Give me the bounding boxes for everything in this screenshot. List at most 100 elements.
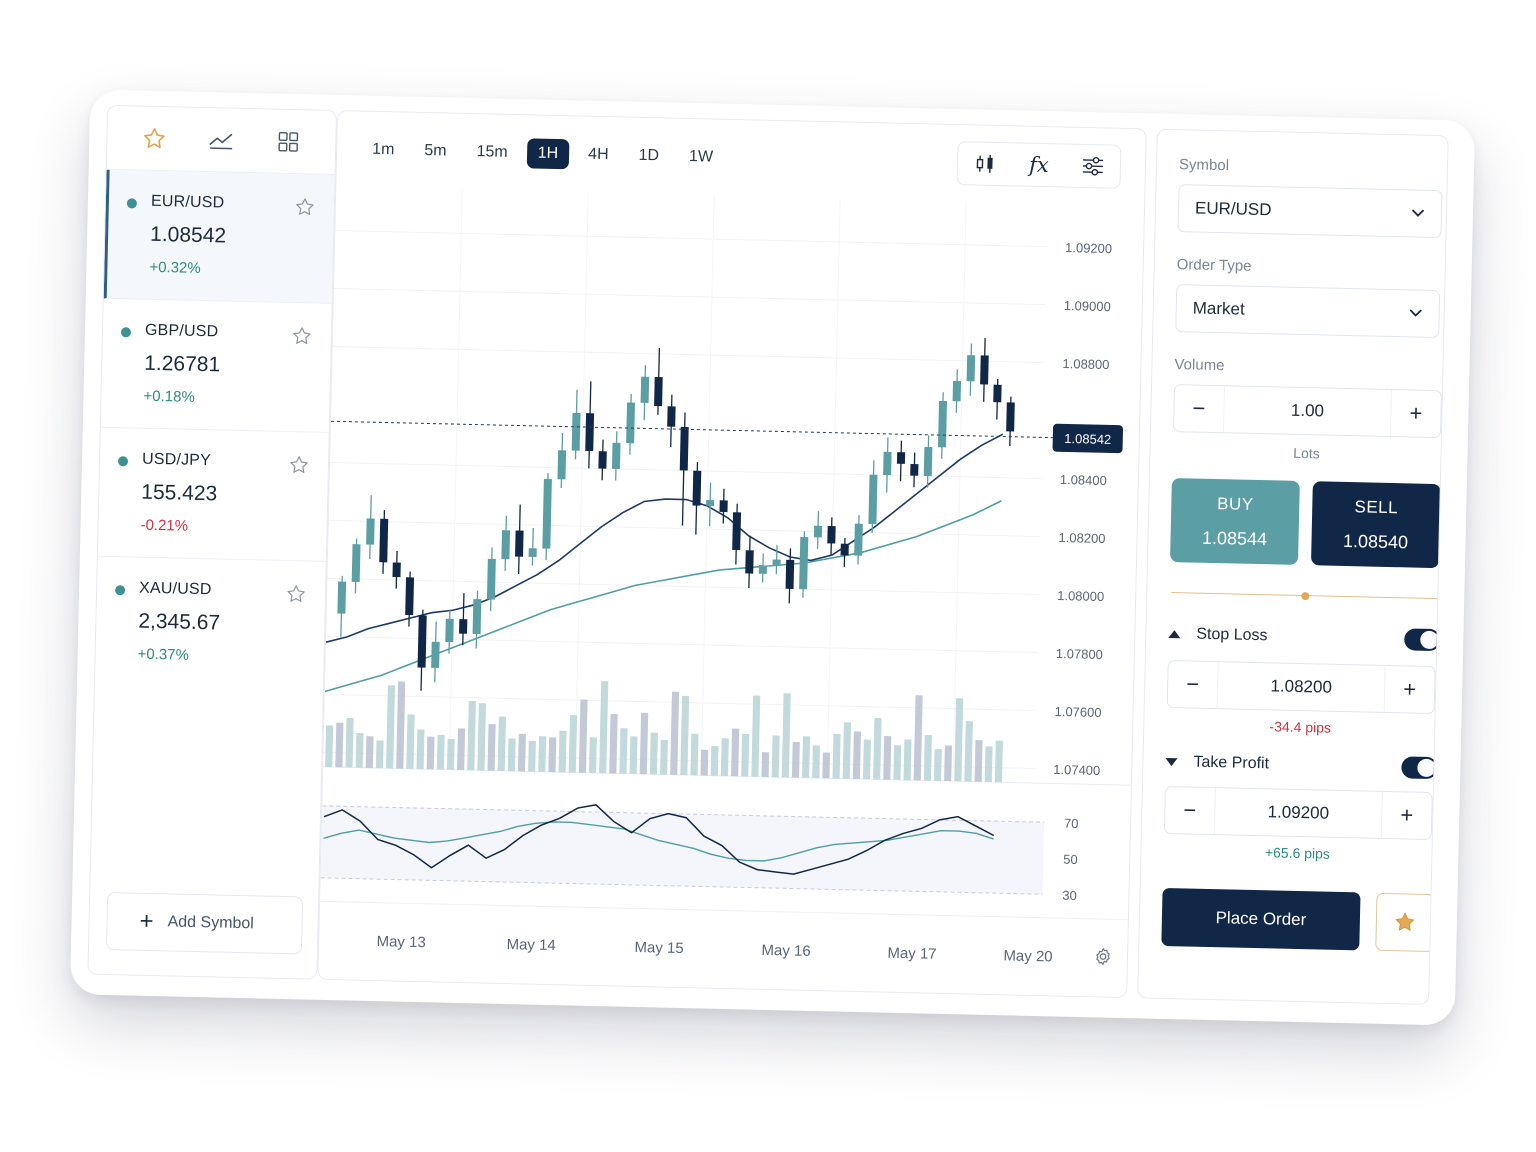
volume-bar (457, 728, 466, 771)
take-profit-decrease-button[interactable]: − (1164, 786, 1216, 835)
order-type-select[interactable]: Market (1175, 284, 1441, 339)
volume-bar (791, 741, 800, 778)
buy-button[interactable]: BUY 1.08544 (1169, 478, 1300, 565)
symbol-item-xauusd[interactable]: XAU/USD 2,345.67 +0.37% (95, 557, 326, 691)
candle-body (501, 530, 511, 560)
collapse-caret-icon[interactable] (1168, 630, 1181, 639)
symbol-change: +0.18% (143, 387, 195, 406)
candle-body (542, 478, 552, 549)
gear-icon[interactable] (1093, 946, 1113, 966)
stop-loss-toggle[interactable] (1404, 628, 1441, 652)
symbol-select[interactable]: EUR/USD (1177, 184, 1443, 239)
grid-line (335, 229, 1048, 248)
symbol-item-eurusd[interactable]: EUR/USD 1.08542 +0.32% (103, 169, 335, 304)
take-profit-value[interactable]: 1.09200 (1215, 801, 1381, 825)
x-axis-label: May 16 (761, 941, 811, 960)
take-profit-toggle[interactable] (1401, 756, 1438, 780)
price-chart[interactable]: 1.08542 1.09200 1.09000 1.08800 1.08400 1.08… (320, 187, 1146, 919)
sell-button[interactable]: SELL 1.08540 (1310, 481, 1441, 569)
volume-slider[interactable] (1171, 586, 1440, 606)
candle (993, 378, 1002, 420)
star-icon (144, 127, 166, 148)
volume-decrease-button[interactable]: − (1173, 385, 1226, 433)
candle (515, 504, 524, 575)
volume-bar (477, 703, 487, 771)
status-dot (114, 585, 126, 596)
volume-bar (497, 716, 507, 771)
volume-bar (771, 735, 780, 778)
candle (868, 460, 878, 533)
candle (692, 462, 702, 535)
sliders-icon (1082, 156, 1104, 176)
candle-body (952, 380, 962, 402)
symbol-item-usdjpy[interactable]: USD/JPY 155.423 -0.21% (97, 427, 329, 562)
indicators-button[interactable]: fx (1012, 143, 1067, 186)
candle (758, 553, 767, 583)
volume-bar (832, 733, 841, 779)
stop-loss-increase-button[interactable]: + (1383, 665, 1435, 714)
volume-bar (345, 717, 354, 768)
timeframe-5m[interactable]: 5m (413, 136, 458, 167)
volume-value[interactable]: 1.00 (1224, 399, 1390, 423)
candle (351, 538, 361, 594)
star-outline-icon[interactable] (291, 325, 313, 347)
candlestick-button[interactable] (958, 142, 1013, 185)
price-tick-label: 1.07800 (1056, 646, 1103, 662)
favorite-button[interactable] (1375, 892, 1435, 953)
volume-bar (720, 738, 729, 777)
rsi-indicator: 70 50 30 (320, 804, 1079, 903)
candle-body (1006, 402, 1015, 432)
timeframe-4h[interactable]: 4H (577, 139, 620, 170)
volume-bar (903, 739, 912, 781)
stop-loss-decrease-button[interactable]: − (1167, 661, 1219, 709)
candle-wick (531, 527, 534, 566)
slider-knob[interactable] (1301, 592, 1310, 601)
candle (654, 348, 663, 415)
symbol-item-gbpusd[interactable]: GBP/USD 1.26781 +0.18% (100, 298, 332, 433)
tab-trending[interactable] (204, 123, 239, 158)
star-outline-icon[interactable] (294, 196, 316, 218)
volume-bar (923, 734, 932, 781)
candle-body (840, 543, 849, 556)
volume-bar (639, 712, 649, 775)
tab-grid[interactable] (271, 124, 306, 159)
candle-body (459, 619, 468, 634)
volume-bar (893, 745, 902, 780)
candle-body (679, 426, 689, 471)
candle (337, 575, 347, 637)
toggle-knob (1417, 758, 1436, 778)
chart-settings-button[interactable] (1065, 145, 1120, 188)
take-profit-pips: +65.6 pips (1264, 844, 1331, 862)
candle-body (337, 581, 347, 614)
timeframe-15m[interactable]: 15m (465, 137, 519, 168)
symbol-price: 1.26781 (143, 351, 221, 377)
timeframe-1m[interactable]: 1m (361, 135, 406, 166)
volume-unit: Lots (1293, 444, 1320, 462)
star-outline-icon[interactable] (285, 583, 307, 605)
candle (417, 609, 427, 691)
symbol-change: +0.37% (137, 645, 190, 664)
watchlist-tabs (106, 105, 337, 175)
candle-body (910, 464, 919, 476)
add-symbol-button[interactable]: + Add Symbol (105, 891, 304, 955)
candle-body (472, 599, 482, 635)
expand-caret-icon[interactable] (1165, 757, 1178, 767)
timeframe-1w[interactable]: 1W (678, 142, 725, 173)
volume-bar (548, 737, 557, 773)
timeframe-1h[interactable]: 1H (526, 138, 570, 170)
star-outline-icon[interactable] (288, 454, 310, 476)
volume-increase-button[interactable]: + (1389, 389, 1441, 438)
candle (379, 510, 389, 574)
candle (486, 547, 496, 612)
sell-price: 1.08540 (1342, 530, 1409, 552)
volume-bar (812, 745, 821, 779)
place-order-button[interactable]: Place Order (1161, 887, 1361, 951)
stop-loss-value[interactable]: 1.08200 (1218, 675, 1384, 699)
symbol-price: 2,345.67 (138, 609, 221, 635)
volume-bar (700, 749, 709, 776)
grid-line (333, 287, 1046, 306)
take-profit-increase-button[interactable]: + (1380, 791, 1432, 840)
timeframe-1d[interactable]: 1D (627, 141, 670, 172)
take-profit-row: Take Profit (1165, 748, 1438, 782)
tab-favorites[interactable] (137, 121, 172, 156)
